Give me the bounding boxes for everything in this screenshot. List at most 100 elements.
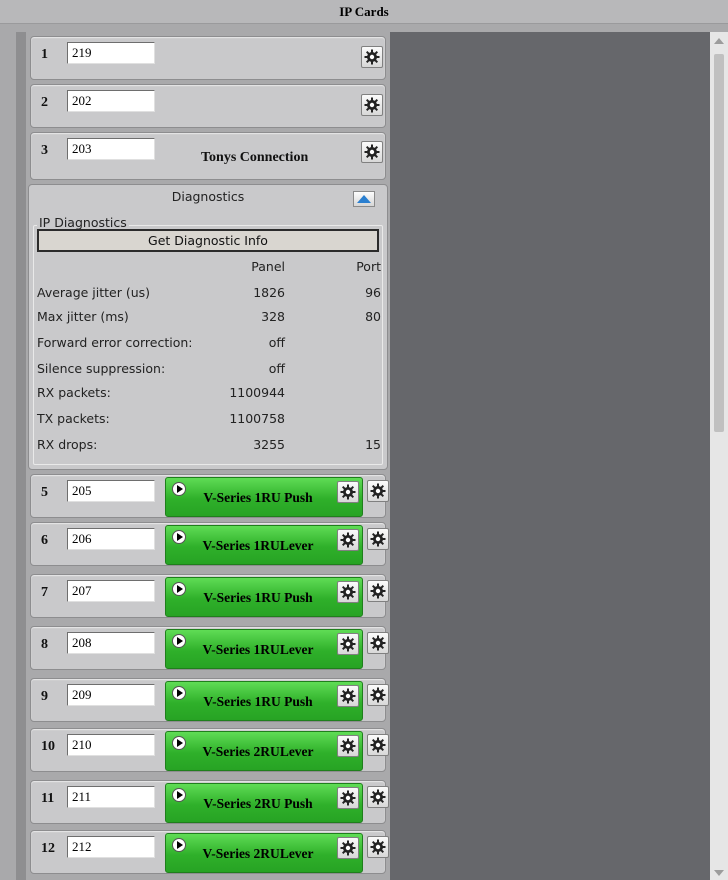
diagnostics-row: Silence suppression: off <box>37 361 381 379</box>
scroll-thumb[interactable] <box>714 54 724 432</box>
panel-type-line2: Lever <box>279 743 314 759</box>
panel-type-button[interactable]: V-Series 1RU Push <box>165 477 363 517</box>
card-number: 12 <box>41 841 55 856</box>
card-settings-button[interactable] <box>367 580 389 602</box>
card-id-input[interactable] <box>67 580 155 602</box>
panel-type-line2: Lever <box>279 537 314 553</box>
panel-settings-button[interactable] <box>337 685 359 707</box>
panel-type-line1: V-Series 2RU <box>202 845 280 861</box>
panel-settings-button[interactable] <box>337 633 359 655</box>
panel-type-label: V-Series 1RU Push <box>188 478 328 516</box>
panel-settings-button[interactable] <box>337 787 359 809</box>
card-id-input[interactable] <box>67 684 155 706</box>
panel-type-button[interactable]: V-Series 2RU Lever <box>165 833 363 873</box>
card-id-input[interactable] <box>67 42 155 64</box>
panel-settings-button[interactable] <box>337 735 359 757</box>
card-id-input[interactable] <box>67 786 155 808</box>
card-settings-button[interactable] <box>367 786 389 808</box>
card-settings-button[interactable] <box>367 734 389 756</box>
gear-icon <box>364 97 380 113</box>
card: 3 Tonys Connection <box>30 132 386 180</box>
gear-icon <box>340 840 356 856</box>
card-number: 6 <box>41 533 48 548</box>
card-number: 7 <box>41 585 48 600</box>
card-id-input[interactable] <box>67 138 155 160</box>
diagnostics-row: TX packets: 1100758 <box>37 411 381 429</box>
panel-type-button[interactable]: V-Series 1RU Push <box>165 577 363 617</box>
play-icon[interactable] <box>172 582 186 596</box>
diagnostics-row: RX packets: 1100944 <box>37 385 381 403</box>
card-number: 1 <box>41 47 48 62</box>
card-settings-button[interactable] <box>367 632 389 654</box>
panel-type-label: V-Series 2RU Push <box>188 784 328 822</box>
play-icon[interactable] <box>172 838 186 852</box>
panel-type-line1: V-Series 1RU <box>202 537 280 553</box>
card-number: 2 <box>41 95 48 110</box>
panel-type-button[interactable]: V-Series 2RU Push <box>165 783 363 823</box>
card-settings-button[interactable] <box>367 836 389 858</box>
diagnostics-port-value: 15 <box>365 437 381 452</box>
card-settings-button[interactable] <box>367 528 389 550</box>
panel-settings-button[interactable] <box>337 529 359 551</box>
diagnostics-panel-value: 3255 <box>253 437 285 452</box>
play-icon[interactable] <box>172 530 186 544</box>
panel-settings-button[interactable] <box>337 481 359 503</box>
diagnostics-panel-value: off <box>268 335 285 350</box>
connection-name: Tonys Connection <box>201 150 309 165</box>
card-id-input[interactable] <box>67 734 155 756</box>
diagnostics-header: Diagnostics <box>171 189 245 204</box>
scroll-down-arrow-icon[interactable] <box>714 870 724 876</box>
collapse-diagnostics-button[interactable] <box>353 191 375 207</box>
column-header-panel: Panel <box>251 259 285 274</box>
card: 10 V-Series 2RULever <box>30 728 389 772</box>
panel-type-button[interactable]: V-Series 2RU Lever <box>165 731 363 771</box>
diagnostics-row: Forward error correction: off <box>37 335 381 353</box>
gear-icon <box>364 144 380 160</box>
card: 12 V-Series 2RULever <box>30 830 389 874</box>
card-id-input[interactable] <box>67 90 155 112</box>
gear-icon <box>340 584 356 600</box>
diagnostics-panel: Diagnostics IP Diagnostics Get Diagnosti… <box>28 184 388 470</box>
get-diagnostic-info-button[interactable]: Get Diagnostic Info <box>37 229 379 252</box>
vertical-scrollbar[interactable] <box>710 32 728 880</box>
play-icon[interactable] <box>172 736 186 750</box>
diagnostics-column-headers: Panel Port <box>37 259 381 277</box>
gear-icon <box>340 636 356 652</box>
card-id-input[interactable] <box>67 480 155 502</box>
panel-type-line1: V-Series 2RU <box>202 743 280 759</box>
play-icon[interactable] <box>172 482 186 496</box>
gear-icon <box>370 531 386 547</box>
diagnostics-panel-value: 328 <box>261 309 285 324</box>
card-id-input[interactable] <box>67 836 155 858</box>
play-icon[interactable] <box>172 686 186 700</box>
panel-settings-button[interactable] <box>337 581 359 603</box>
diagnostics-label: Forward error correction: <box>37 335 193 350</box>
card-id-input[interactable] <box>67 528 155 550</box>
panel-type-button[interactable]: V-Series 1RU Push <box>165 681 363 721</box>
diagnostics-label: Max jitter (ms) <box>37 309 129 324</box>
card: 8 V-Series 1RULever <box>30 626 389 670</box>
panel-settings-button[interactable] <box>337 837 359 859</box>
panel-type-line1: V-Series 1RU Push <box>203 589 313 605</box>
gear-icon <box>340 738 356 754</box>
card-settings-button[interactable] <box>367 684 389 706</box>
card-settings-button[interactable] <box>361 46 383 68</box>
scroll-up-arrow-icon[interactable] <box>714 38 724 44</box>
panel-type-label: V-Series 1RU Lever <box>188 526 328 564</box>
diagnostics-port-value: 96 <box>365 285 381 300</box>
play-icon[interactable] <box>172 634 186 648</box>
diagnostics-panel-value: 1100758 <box>229 411 285 426</box>
play-icon[interactable] <box>172 788 186 802</box>
panel-type-line1: V-Series 2RU Push <box>203 795 313 811</box>
card-settings-button[interactable] <box>361 94 383 116</box>
diagnostics-label: RX drops: <box>37 437 98 452</box>
panel-type-button[interactable]: V-Series 1RU Lever <box>165 629 363 669</box>
gear-icon <box>370 737 386 753</box>
diagnostics-panel-value: off <box>268 361 285 376</box>
column-header-port: Port <box>356 259 381 274</box>
card-settings-button[interactable] <box>367 480 389 502</box>
panel-type-button[interactable]: V-Series 1RU Lever <box>165 525 363 565</box>
card-settings-button[interactable] <box>361 141 383 163</box>
card-id-input[interactable] <box>67 632 155 654</box>
panel-type-line2: Lever <box>279 641 314 657</box>
